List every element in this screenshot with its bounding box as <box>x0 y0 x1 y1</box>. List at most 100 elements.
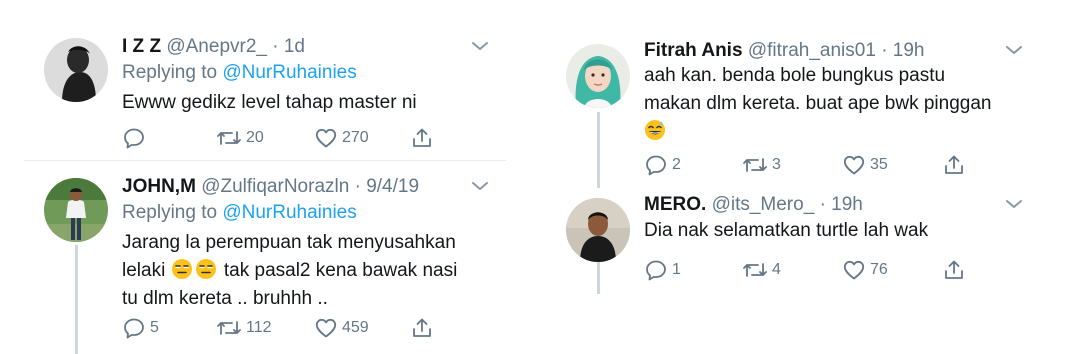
reply-icon <box>646 260 666 281</box>
reply-icon <box>124 128 144 149</box>
like-count: 459 <box>342 319 369 336</box>
separator-dot: · <box>272 36 279 57</box>
display-name[interactable]: MERO. <box>644 194 706 215</box>
like-button[interactable]: 76 <box>842 258 888 282</box>
heart-icon <box>315 128 337 148</box>
tweet-header: MERO. @its_Mero_ · 19h <box>644 194 863 216</box>
tweet-text-line: aah kan. benda bole bungkus pastu <box>644 65 946 86</box>
user-handle[interactable]: @fitrah_anis01 <box>748 40 876 61</box>
reply-count: 5 <box>150 319 159 336</box>
separator-dot: · <box>354 176 361 197</box>
reply-count: 1 <box>672 261 681 278</box>
retweet-icon <box>217 131 241 145</box>
retweet-icon <box>743 158 767 172</box>
grinning-sweat-emoji <box>645 120 665 140</box>
retweet-count: 3 <box>772 156 781 173</box>
retweet-button[interactable]: 3 <box>742 153 781 177</box>
timestamp[interactable]: 19h <box>893 40 925 61</box>
timestamp[interactable]: 9/4/19 <box>366 176 419 197</box>
tweet-actions: 20 270 <box>122 126 442 150</box>
tweet-text-fragment: tak pasal2 kena bawak nasi <box>223 260 458 281</box>
display-name[interactable]: I Z Z <box>122 36 161 57</box>
separator-dot: · <box>881 40 888 61</box>
reply-button[interactable]: 5 <box>122 316 159 340</box>
share-icon <box>413 318 431 337</box>
replying-to-label: Replying to <box>122 202 218 223</box>
tweet-text-fragment: lelaki <box>122 260 166 281</box>
tweet-text: Jarang la perempuan tak menyusahkan lela… <box>122 229 502 313</box>
timestamp[interactable]: 1d <box>284 36 305 57</box>
mention-link[interactable]: @NurRuhainies <box>222 62 356 83</box>
retweet-button[interactable]: 4 <box>742 258 781 282</box>
reply-button[interactable]: 2 <box>644 153 681 177</box>
separator-dot: · <box>819 194 826 215</box>
reply-button[interactable]: 1 <box>644 258 681 282</box>
heart-icon <box>315 318 337 338</box>
reply-count: 2 <box>672 156 681 173</box>
retweet-count: 4 <box>772 261 781 278</box>
tweet-actions: 1 4 76 <box>644 258 964 282</box>
expressionless-face-emoji <box>195 259 216 279</box>
thread-line <box>597 112 600 188</box>
retweet-count: 20 <box>246 129 264 146</box>
tweet-text: aah kan. benda bole bungkus pastu makan … <box>644 62 1064 146</box>
thread-line <box>597 262 600 294</box>
tweet-actions: 5 112 459 <box>122 316 442 340</box>
share-icon <box>945 155 963 174</box>
chevron-down-icon[interactable] <box>471 180 489 192</box>
mention-link[interactable]: @NurRuhainies <box>222 202 356 223</box>
retweet-icon <box>743 263 767 277</box>
thread-line <box>75 245 78 354</box>
reply-icon <box>124 318 144 339</box>
replying-to: Replying to @NurRuhainies <box>122 62 357 84</box>
reply-button[interactable] <box>122 126 150 150</box>
like-button[interactable]: 459 <box>314 316 369 340</box>
like-count: 270 <box>342 129 369 146</box>
replying-to-label: Replying to <box>122 62 218 83</box>
avatar[interactable] <box>44 38 108 102</box>
share-button[interactable] <box>410 126 434 150</box>
like-button[interactable]: 270 <box>314 126 369 150</box>
tweet-text-line: tu dlm kereta .. bruhhh .. <box>122 288 328 309</box>
tweet-header: Fitrah Anis @fitrah_anis01 · 19h <box>644 40 925 62</box>
user-handle[interactable]: @ZulfiqarNorazln <box>201 176 349 197</box>
tweet-text-line <box>644 118 1064 146</box>
heart-icon <box>843 260 865 280</box>
share-button[interactable] <box>942 258 966 282</box>
like-count: 35 <box>870 156 888 173</box>
expressionless-face-emoji <box>171 259 192 279</box>
heart-icon <box>843 155 865 175</box>
avatar[interactable] <box>566 44 630 108</box>
chevron-down-icon[interactable] <box>1005 198 1023 210</box>
display-name[interactable]: Fitrah Anis <box>644 40 743 61</box>
tweet-header: JOHN,M @ZulfiqarNorazln · 9/4/19 <box>122 176 419 198</box>
replying-to: Replying to @NurRuhainies <box>122 202 357 224</box>
tweet-text: Ewww gedikz level tahap master ni <box>122 92 417 113</box>
divider <box>24 160 506 161</box>
share-icon <box>945 260 963 279</box>
share-icon <box>413 128 431 147</box>
retweet-button[interactable]: 20 <box>216 126 264 150</box>
chevron-down-icon[interactable] <box>1005 44 1023 56</box>
timestamp[interactable]: 19h <box>831 194 863 215</box>
chevron-down-icon[interactable] <box>471 40 489 52</box>
avatar[interactable] <box>44 178 108 242</box>
tweet-actions: 2 3 35 <box>644 153 964 177</box>
tweet-text-line: lelaki tak pasal2 kena bawak nasi <box>122 257 502 285</box>
avatar[interactable] <box>566 198 630 262</box>
retweet-icon <box>217 321 241 335</box>
tweet-text: Dia nak selamatkan turtle lah wak <box>644 220 929 241</box>
tweet-text-line: Jarang la perempuan tak menyusahkan <box>122 232 456 253</box>
retweet-count: 112 <box>246 319 272 336</box>
reply-icon <box>646 155 666 176</box>
share-button[interactable] <box>410 316 434 340</box>
display-name[interactable]: JOHN,M <box>122 176 196 197</box>
user-handle[interactable]: @its_Mero_ <box>712 194 815 215</box>
tweet-text-line: makan dlm kereta. buat ape bwk pinggan <box>644 93 992 114</box>
share-button[interactable] <box>942 153 966 177</box>
like-button[interactable]: 35 <box>842 153 888 177</box>
retweet-button[interactable]: 112 <box>216 316 272 340</box>
like-count: 76 <box>870 261 888 278</box>
tweet-header: I Z Z @Anepvr2_ · 1d <box>122 36 305 58</box>
user-handle[interactable]: @Anepvr2_ <box>166 36 267 57</box>
